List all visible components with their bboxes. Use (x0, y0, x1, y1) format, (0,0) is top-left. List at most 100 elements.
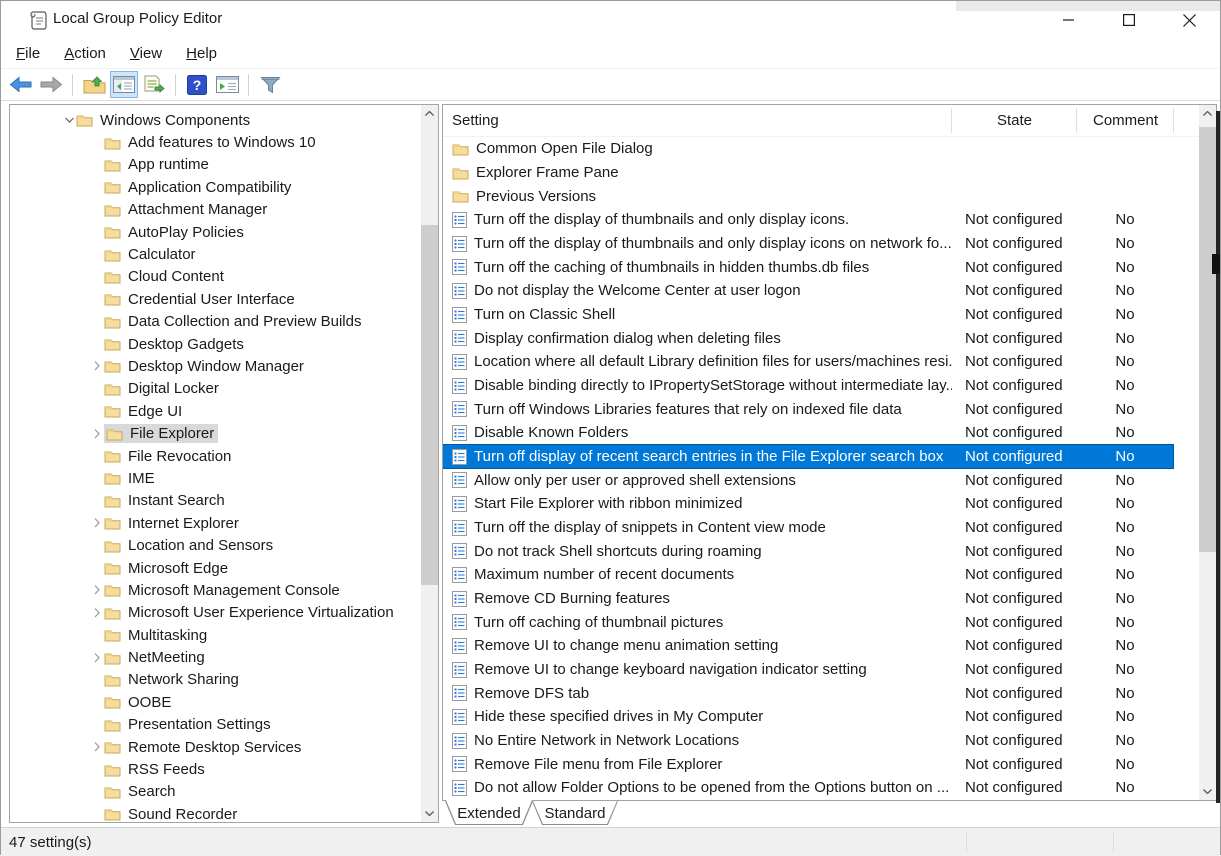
scroll-up-icon[interactable] (421, 105, 438, 122)
list-scrollbar[interactable] (1199, 105, 1216, 800)
tree-item-windows-components[interactable]: Windows Components (10, 109, 421, 131)
tree-item-desktop-window-manager[interactable]: Desktop Window Manager (10, 355, 421, 377)
list-policy-row[interactable]: Remove File menu from File ExplorerNot c… (443, 752, 1173, 776)
tree-item-remote-desktop-services[interactable]: Remote Desktop Services (10, 736, 421, 758)
list-policy-row[interactable]: Remove CD Burning featuresNot configured… (443, 587, 1173, 611)
chevron-down-icon[interactable] (62, 117, 76, 123)
chevron-right-icon[interactable] (90, 653, 104, 663)
list-policy-row[interactable]: Turn off caching of thumbnail picturesNo… (443, 610, 1173, 634)
tree-item-netmeeting[interactable]: NetMeeting (10, 646, 421, 668)
list-policy-row[interactable]: Turn off Windows Libraries features that… (443, 397, 1173, 421)
tree-item-instant-search[interactable]: Instant Search (10, 490, 421, 512)
menu-file[interactable]: File (4, 39, 52, 68)
tree-item-microsoft-user-experience-virtualization[interactable]: Microsoft User Experience Virtualization (10, 602, 421, 624)
list-policy-row[interactable]: Do not display the Welcome Center at use… (443, 279, 1173, 303)
show-console-tree-button[interactable] (110, 71, 138, 98)
menu-help[interactable]: Help (174, 39, 229, 68)
menu-view[interactable]: View (118, 39, 174, 68)
tree-item-microsoft-management-console[interactable]: Microsoft Management Console (10, 579, 421, 601)
tree-item-attachment-manager[interactable]: Attachment Manager (10, 199, 421, 221)
tree-item-oobe[interactable]: OOBE (10, 691, 421, 713)
export-list-button[interactable] (140, 71, 168, 98)
list-policy-row[interactable]: Do not allow Folder Options to be opened… (443, 776, 1173, 800)
tree-item-internet-explorer[interactable]: Internet Explorer (10, 512, 421, 534)
tree-item-desktop-gadgets[interactable]: Desktop Gadgets (10, 333, 421, 355)
column-header-state[interactable]: State (952, 105, 1077, 136)
column-header-comment[interactable]: Comment (1077, 105, 1174, 136)
list-scrollbar-thumb[interactable] (1199, 127, 1216, 552)
list-policy-row[interactable]: Do not track Shell shortcuts during roam… (443, 539, 1173, 563)
tree-item-file-revocation[interactable]: File Revocation (10, 445, 421, 467)
tree-item-presentation-settings[interactable]: Presentation Settings (10, 714, 421, 736)
chevron-right-icon[interactable] (90, 429, 104, 439)
list-policy-row[interactable]: Disable Known FoldersNot configuredNo (443, 421, 1173, 445)
scroll-down-icon[interactable] (421, 805, 438, 822)
tree-item-application-compatibility[interactable]: Application Compatibility (10, 176, 421, 198)
tree-scrollbar[interactable] (421, 105, 438, 822)
tree-item-microsoft-edge[interactable]: Microsoft Edge (10, 557, 421, 579)
tree-item-network-sharing[interactable]: Network Sharing (10, 669, 421, 691)
scroll-down-icon[interactable] (1199, 783, 1216, 800)
list-folder-row[interactable]: Explorer Frame Pane (443, 161, 1173, 185)
tree-item-add-features-to-windows-10[interactable]: Add features to Windows 10 (10, 131, 421, 153)
list-policy-row[interactable]: Hide these specified drives in My Comput… (443, 705, 1173, 729)
column-header-setting[interactable]: Setting (443, 105, 952, 136)
column-divider[interactable] (1173, 108, 1174, 133)
list-policy-row[interactable]: Turn off the display of snippets in Cont… (443, 516, 1173, 540)
chevron-right-icon[interactable] (90, 585, 104, 595)
setting-name: Remove CD Burning features (474, 590, 670, 607)
chevron-right-icon[interactable] (90, 361, 104, 371)
tree-item-sound-recorder[interactable]: Sound Recorder (10, 803, 421, 822)
list-folder-row[interactable]: Common Open File Dialog (443, 137, 1173, 161)
tree-item-credential-user-interface[interactable]: Credential User Interface (10, 288, 421, 310)
back-button[interactable] (7, 71, 35, 98)
list-policy-row[interactable]: Allow only per user or approved shell ex… (443, 468, 1173, 492)
filter-button[interactable] (256, 71, 284, 98)
minimize-button[interactable] (1039, 2, 1099, 38)
tree-item-file-explorer[interactable]: File Explorer (10, 422, 421, 444)
tree-item-data-collection-and-preview-builds[interactable]: Data Collection and Preview Builds (10, 311, 421, 333)
tree-scrollbar-thumb[interactable] (421, 225, 438, 585)
list-folder-row[interactable]: Previous Versions (443, 184, 1173, 208)
tree-item-label: Cloud Content (128, 268, 224, 285)
menu-action[interactable]: Action (52, 39, 118, 68)
help-button[interactable]: ? (183, 71, 211, 98)
forward-button[interactable] (37, 71, 65, 98)
tree-item-cloud-content[interactable]: Cloud Content (10, 266, 421, 288)
tab-extended[interactable]: Extended (445, 801, 533, 825)
maximize-button[interactable] (1099, 2, 1159, 38)
scroll-up-icon[interactable] (1199, 105, 1216, 122)
tab-standard[interactable]: Standard (532, 801, 618, 825)
tree-item-location-and-sensors[interactable]: Location and Sensors (10, 534, 421, 556)
list-policy-row[interactable]: Location where all default Library defin… (443, 350, 1173, 374)
tree-item-ime[interactable]: IME (10, 467, 421, 489)
list-policy-row[interactable]: Remove UI to change menu animation setti… (443, 634, 1173, 658)
list-policy-row[interactable]: Remove UI to change keyboard navigation … (443, 658, 1173, 682)
list-policy-row[interactable]: Disable binding directly to IPropertySet… (443, 374, 1173, 398)
list-policy-row[interactable]: Remove DFS tabNot configuredNo (443, 681, 1173, 705)
close-button[interactable] (1159, 2, 1219, 38)
list-policy-row[interactable]: Maximum number of recent documentsNot co… (443, 563, 1173, 587)
show-properties-button[interactable] (213, 71, 241, 98)
tree-item-search[interactable]: Search (10, 781, 421, 803)
tree-item-rss-feeds[interactable]: RSS Feeds (10, 758, 421, 780)
tree-item-digital-locker[interactable]: Digital Locker (10, 378, 421, 400)
chevron-right-icon[interactable] (90, 608, 104, 618)
list-policy-row[interactable]: Turn on Classic ShellNot configuredNo (443, 303, 1173, 327)
tree-item-calculator[interactable]: Calculator (10, 243, 421, 265)
list-policy-row[interactable]: Turn off the display of thumbnails and o… (443, 208, 1173, 232)
chevron-right-icon[interactable] (90, 518, 104, 528)
list-policy-row[interactable]: Turn off the display of thumbnails and o… (443, 232, 1173, 256)
tree-item-autoplay-policies[interactable]: AutoPlay Policies (10, 221, 421, 243)
list-policy-row[interactable]: Turn off display of recent search entrie… (443, 445, 1173, 469)
chevron-right-icon[interactable] (90, 742, 104, 752)
list-policy-row[interactable]: No Entire Network in Network LocationsNo… (443, 729, 1173, 753)
tree-item-edge-ui[interactable]: Edge UI (10, 400, 421, 422)
tree-item-multitasking[interactable]: Multitasking (10, 624, 421, 646)
up-one-level-button[interactable] (80, 71, 108, 98)
tree-item-app-runtime[interactable]: App runtime (10, 154, 421, 176)
list-policy-row[interactable]: Start File Explorer with ribbon minimize… (443, 492, 1173, 516)
list-policy-row[interactable]: Display confirmation dialog when deletin… (443, 326, 1173, 350)
list-policy-row[interactable]: Turn off the caching of thumbnails in hi… (443, 255, 1173, 279)
gpedit-scroll-icon (29, 10, 47, 34)
